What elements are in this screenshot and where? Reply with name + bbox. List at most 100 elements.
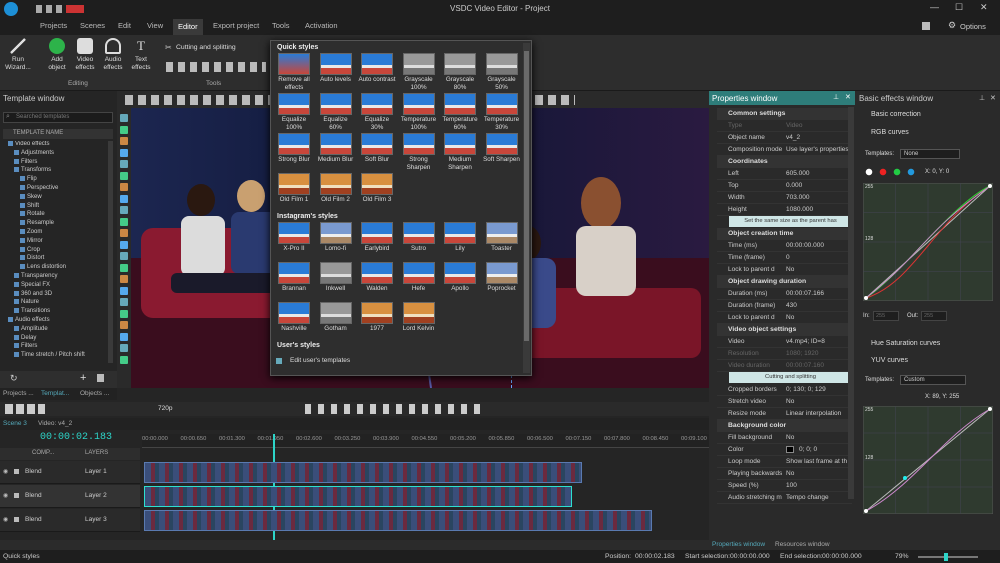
style-thumbnail[interactable]: Old Film 2 xyxy=(317,173,355,204)
lock-icon[interactable] xyxy=(14,469,19,474)
tree-item[interactable]: Amplitude xyxy=(0,325,48,332)
scissors-icon[interactable]: ✂ xyxy=(165,43,172,52)
scrollbar[interactable] xyxy=(848,107,854,499)
style-thumbnail[interactable]: Temperature 30% xyxy=(483,93,521,131)
style-thumbnail[interactable]: Grayscale 100% xyxy=(400,53,438,91)
tool-icon[interactable] xyxy=(120,298,128,306)
tree-item[interactable]: Mirror xyxy=(0,237,43,244)
options-label[interactable]: Options xyxy=(960,22,986,31)
tool-icon[interactable] xyxy=(120,321,128,329)
tool-icon[interactable] xyxy=(120,275,128,283)
delete-icon[interactable] xyxy=(97,374,104,382)
tree-item[interactable]: Special FX xyxy=(0,281,50,288)
style-thumbnail[interactable]: Grayscale 80% xyxy=(441,53,479,91)
style-thumbnail[interactable]: Equalize 30% xyxy=(358,93,396,131)
property-row-width[interactable]: Width 703.000 xyxy=(717,192,852,204)
tree-item[interactable]: Resample xyxy=(0,220,54,226)
eye-icon[interactable]: ◉ xyxy=(3,468,8,475)
text-effects-button[interactable]: T Text effects xyxy=(126,38,156,72)
tree-item[interactable]: Crop xyxy=(0,246,40,253)
property-row-type[interactable]: Type Video xyxy=(717,120,852,132)
tree-item[interactable]: Zoom xyxy=(0,229,42,235)
rgb-curves-section[interactable]: RGB curves xyxy=(871,129,909,136)
style-thumbnail[interactable]: Soft Sharpen xyxy=(483,133,521,164)
menu-tools[interactable]: Tools xyxy=(272,21,290,30)
add-object-button[interactable]: Add object xyxy=(42,38,72,72)
canvas-tool-icons-right[interactable] xyxy=(535,95,575,105)
tool-icon[interactable] xyxy=(120,206,128,214)
property-row-resize[interactable]: Resize mode Linear interpolation xyxy=(717,408,852,420)
blend-mode[interactable]: Blend xyxy=(25,468,42,475)
eye-icon[interactable]: ◉ xyxy=(3,492,8,499)
style-thumbnail[interactable]: Lomo-fi xyxy=(317,222,355,253)
tree-item[interactable]: Video effects xyxy=(0,141,49,147)
lock-icon[interactable] xyxy=(14,493,19,498)
property-row-dms[interactable]: Duration (ms) 00:00:07.166 xyxy=(717,288,852,300)
tool-icon[interactable] xyxy=(120,194,128,203)
layer-row[interactable]: ◉ Blend Layer 2 xyxy=(0,485,140,508)
transport-controls[interactable] xyxy=(305,404,485,414)
tool-icon[interactable] xyxy=(120,252,128,260)
tool-icon[interactable] xyxy=(120,344,128,352)
tool-icon[interactable] xyxy=(120,171,128,180)
style-thumbnail[interactable]: Old Film 1 xyxy=(275,173,313,204)
zoom-controls[interactable] xyxy=(5,404,45,414)
pin-icon[interactable]: ⊥ xyxy=(979,94,985,102)
tree-item[interactable]: Transitions xyxy=(0,308,50,314)
tool-icon[interactable] xyxy=(120,183,128,191)
style-thumbnail[interactable]: Auto contrast xyxy=(358,53,396,84)
tools-icons-row[interactable] xyxy=(166,62,266,72)
style-thumbnail[interactable]: Equalize 60% xyxy=(317,93,355,131)
property-row-stretch[interactable]: Stretch video No xyxy=(717,396,852,408)
refresh-icon[interactable]: ↻ xyxy=(10,373,18,384)
video-clip[interactable] xyxy=(144,486,572,507)
edit-user-templates-item[interactable]: Edit user's templates xyxy=(276,357,516,367)
tree-item[interactable]: Filters xyxy=(0,343,37,349)
video-clip[interactable] xyxy=(144,462,582,483)
property-section-drawing[interactable]: Object drawing duration xyxy=(717,276,852,288)
color-swatch[interactable] xyxy=(786,446,794,453)
style-thumbnail[interactable]: Strong Blur xyxy=(275,133,313,164)
resolution-select[interactable]: 720p xyxy=(158,405,172,412)
blend-mode[interactable]: Blend xyxy=(25,492,42,499)
property-row-speed[interactable]: Speed (%) 100 xyxy=(717,480,852,492)
tab-objects[interactable]: Objects ... xyxy=(80,390,109,397)
zoom-slider[interactable] xyxy=(918,553,978,561)
property-section-coords[interactable]: Coordinates xyxy=(717,156,852,168)
cutting-splitting-button[interactable]: Cutting and splitting xyxy=(176,44,236,51)
rgb-curve-graph[interactable] xyxy=(863,183,993,301)
property-row-vdur[interactable]: Video duration 00:00:07.160 xyxy=(717,360,852,372)
tree-item[interactable]: Nature xyxy=(0,299,39,305)
property-row-top[interactable]: Top 0.000 xyxy=(717,180,852,192)
canvas-tool-icons[interactable] xyxy=(125,95,275,105)
style-thumbnail[interactable]: Lord Kelvin xyxy=(400,302,438,333)
style-thumbnail[interactable]: Strong Sharpen xyxy=(400,133,438,171)
menu-view[interactable]: View xyxy=(147,21,163,30)
eye-icon[interactable]: ◉ xyxy=(3,516,8,523)
tree-item[interactable]: Flip xyxy=(0,176,37,182)
tool-icon[interactable] xyxy=(120,114,128,122)
property-row-tfr[interactable]: Time (frame) 0 xyxy=(717,252,852,264)
style-thumbnail[interactable]: Inkwell xyxy=(317,262,355,293)
tree-item[interactable]: Lens distortion xyxy=(0,264,66,270)
style-thumbnail[interactable]: Poprocket xyxy=(483,262,521,293)
style-thumbnail[interactable]: Temperature 60% xyxy=(441,93,479,131)
property-row-fill[interactable]: Fill background No xyxy=(717,432,852,444)
video-clip[interactable] xyxy=(144,510,652,531)
out-input[interactable]: 255 xyxy=(921,311,947,321)
tree-item[interactable]: Shift xyxy=(0,202,39,209)
property-row-video[interactable]: Video v4.mp4; ID=8 xyxy=(717,336,852,348)
style-thumbnail[interactable]: Gotham xyxy=(317,302,355,333)
tab-video-object[interactable]: Video: v4_2 xyxy=(38,420,72,427)
tree-item[interactable]: Adjustments xyxy=(0,149,54,156)
yuv-curve-graph[interactable] xyxy=(863,406,993,514)
property-button-same_size[interactable]: Set the same size as the parent has xyxy=(729,216,852,227)
style-thumbnail[interactable]: Earlybird xyxy=(358,222,396,253)
channel-dots[interactable] xyxy=(865,168,920,176)
property-row-lock1[interactable]: Lock to parent d No xyxy=(717,264,852,276)
tool-icon[interactable] xyxy=(120,137,128,145)
style-thumbnail[interactable]: Medium Blur xyxy=(317,133,355,164)
tree-item[interactable]: Delay xyxy=(0,334,36,341)
property-row-astretch[interactable]: Audio stretching m Tempo change xyxy=(717,492,852,504)
layer-row[interactable]: ◉ Blend Layer 3 xyxy=(0,509,140,532)
